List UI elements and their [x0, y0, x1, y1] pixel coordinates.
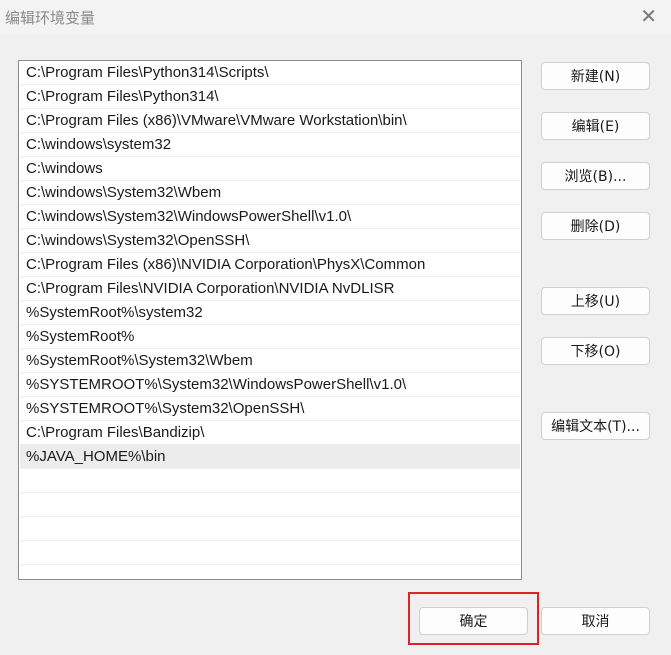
move-down-button[interactable]: 下移(O): [541, 337, 650, 365]
list-item[interactable]: [20, 541, 520, 565]
list-item[interactable]: C:\windows: [20, 157, 520, 181]
list-item[interactable]: C:\windows\System32\OpenSSH\: [20, 229, 520, 253]
list-item[interactable]: [20, 517, 520, 541]
list-item[interactable]: C:\Program Files\Python314\: [20, 85, 520, 109]
cancel-button[interactable]: 取消: [541, 607, 650, 635]
list-item[interactable]: %SystemRoot%: [20, 325, 520, 349]
list-item[interactable]: C:\Program Files\NVIDIA Corporation\NVID…: [20, 277, 520, 301]
edit-text-button[interactable]: 编辑文本(T)...: [541, 412, 650, 440]
title-bar: 编辑环境变量 ✕: [0, 0, 671, 34]
list-item[interactable]: [20, 493, 520, 517]
list-item[interactable]: [20, 469, 520, 493]
list-item[interactable]: C:\windows\System32\WindowsPowerShell\v1…: [20, 205, 520, 229]
list-item[interactable]: C:\Program Files (x86)\NVIDIA Corporatio…: [20, 253, 520, 277]
move-up-button[interactable]: 上移(U): [541, 287, 650, 315]
browse-button[interactable]: 浏览(B)...: [541, 162, 650, 190]
list-item[interactable]: C:\Program Files (x86)\VMware\VMware Wor…: [20, 109, 520, 133]
list-item[interactable]: %JAVA_HOME%\bin: [20, 445, 520, 469]
list-item[interactable]: %SYSTEMROOT%\System32\WindowsPowerShell\…: [20, 373, 520, 397]
list-item[interactable]: C:\Program Files\Python314\Scripts\: [20, 61, 520, 85]
ok-button[interactable]: 确定: [419, 607, 528, 635]
new-button[interactable]: 新建(N): [541, 62, 650, 90]
list-item[interactable]: C:\Program Files\Bandizip\: [20, 421, 520, 445]
list-item[interactable]: [20, 565, 520, 579]
delete-button[interactable]: 删除(D): [541, 212, 650, 240]
window-title: 编辑环境变量: [5, 9, 96, 27]
path-list[interactable]: C:\Program Files\Python314\Scripts\ C:\Pr…: [18, 60, 522, 580]
edit-button[interactable]: 编辑(E): [541, 112, 650, 140]
list-item[interactable]: %SystemRoot%\system32: [20, 301, 520, 325]
list-item[interactable]: %SystemRoot%\System32\Wbem: [20, 349, 520, 373]
list-item[interactable]: %SYSTEMROOT%\System32\OpenSSH\: [20, 397, 520, 421]
close-icon[interactable]: ✕: [640, 4, 657, 28]
list-item[interactable]: C:\windows\System32\Wbem: [20, 181, 520, 205]
list-item[interactable]: C:\windows\system32: [20, 133, 520, 157]
